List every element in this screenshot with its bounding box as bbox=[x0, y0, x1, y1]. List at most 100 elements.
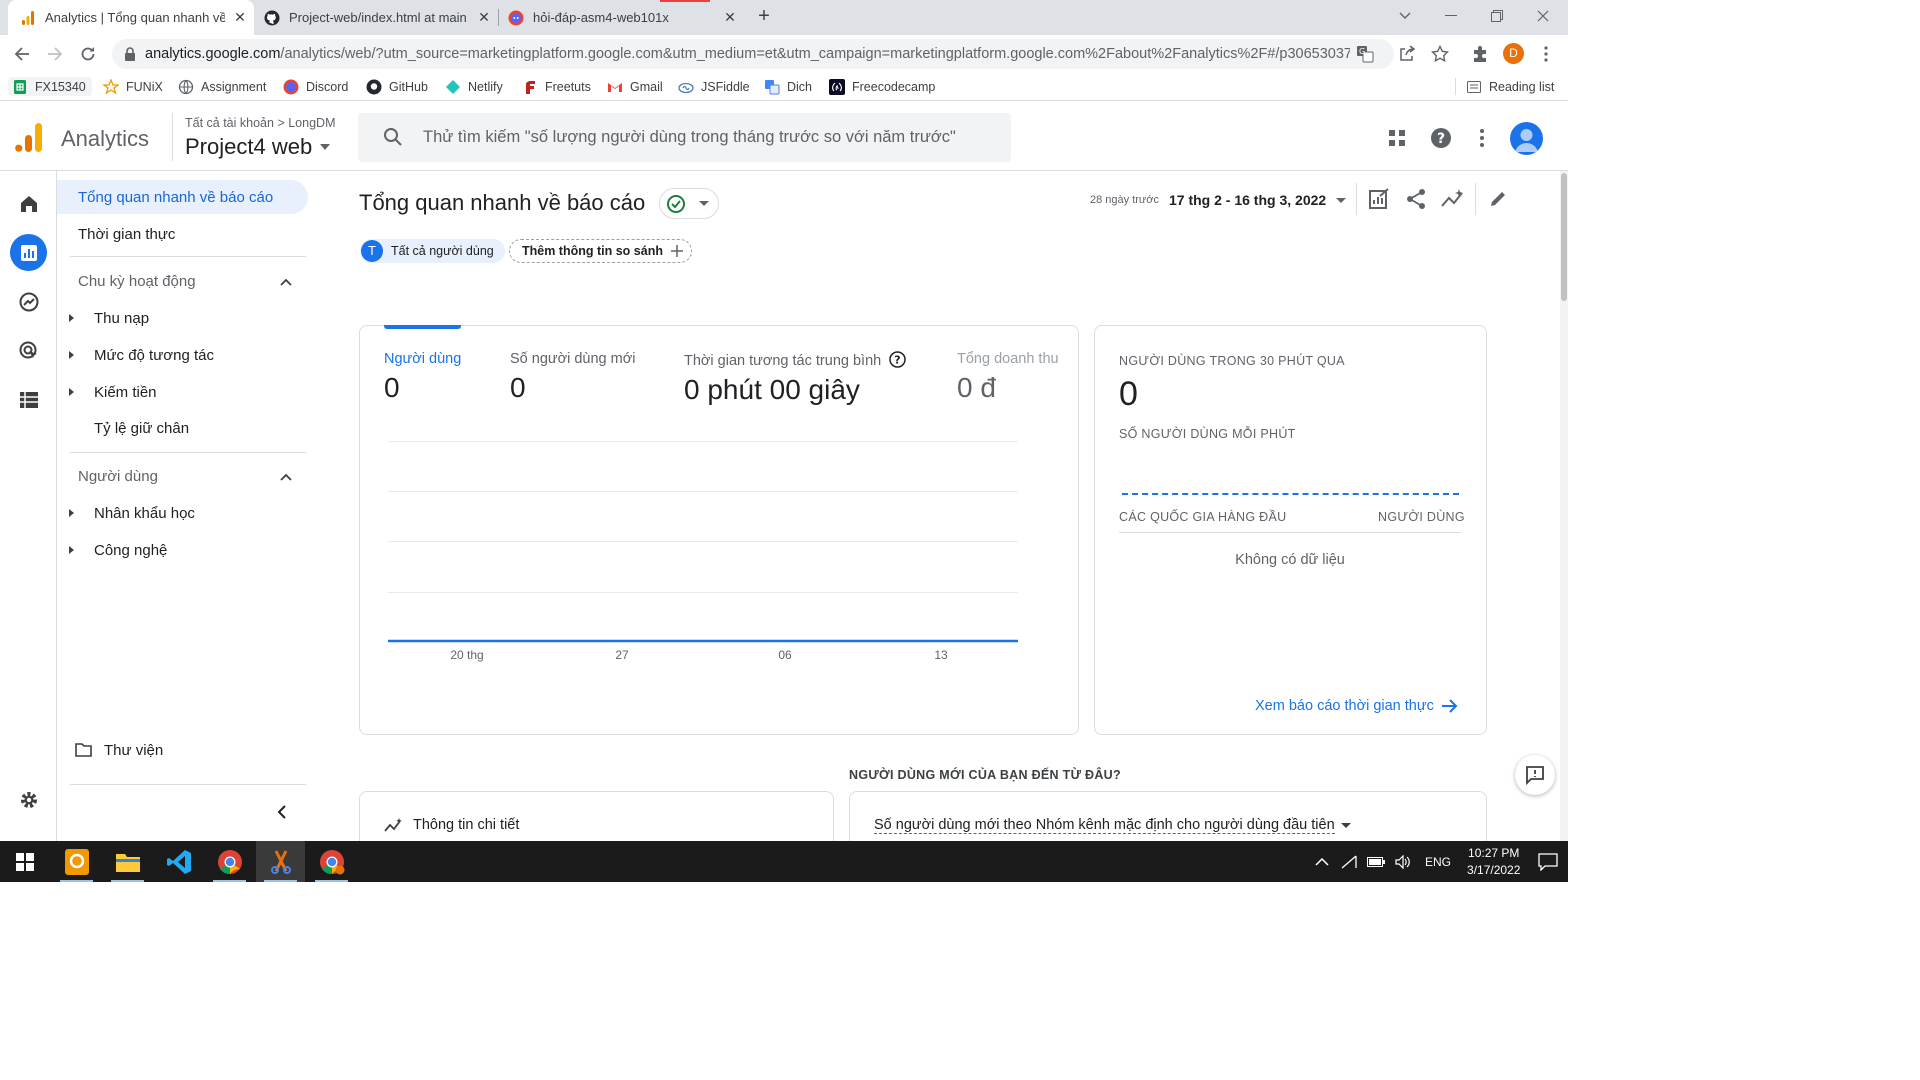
taskbar-app-snipping[interactable] bbox=[256, 841, 305, 882]
reload-button[interactable] bbox=[76, 42, 100, 66]
bookmark-freetuts[interactable]: Freetuts bbox=[522, 77, 591, 96]
notification-icon[interactable] bbox=[1538, 852, 1559, 871]
bookmark-funix[interactable]: FUNiX bbox=[103, 77, 163, 96]
feedback-button[interactable] bbox=[1515, 755, 1555, 795]
chevron-up-icon[interactable] bbox=[279, 275, 293, 289]
reports-icon[interactable] bbox=[10, 234, 47, 271]
bookmark-jsfiddle[interactable]: JSFiddle bbox=[678, 77, 750, 96]
start-button[interactable] bbox=[0, 841, 49, 882]
clock[interactable]: 10:27 PM 3/17/2022 bbox=[1467, 845, 1520, 879]
nav-acquisition[interactable]: Thu nạp bbox=[57, 301, 308, 335]
nav-section-user[interactable]: Người dùng bbox=[78, 468, 158, 485]
ga-search-bar[interactable]: Thử tìm kiếm "số lượng người dùng trong … bbox=[358, 113, 1011, 162]
view-realtime-link[interactable]: Xem báo cáo thời gian thực bbox=[1255, 698, 1458, 714]
tab-github[interactable]: Project-web/index.html at main · ✕ bbox=[254, 0, 498, 35]
bookmark-netlify[interactable]: Netlify bbox=[445, 77, 503, 96]
close-window-button[interactable] bbox=[1520, 0, 1566, 32]
account-avatar[interactable] bbox=[1510, 122, 1543, 155]
account-breadcrumb[interactable]: Tất cả tài khoản > LongDM bbox=[185, 116, 335, 130]
taskbar-app-pdf[interactable] bbox=[52, 841, 101, 882]
tab-analytics[interactable]: Analytics | Tổng quan nhanh về b ✕ bbox=[8, 0, 254, 35]
scrollbar-thumb[interactable] bbox=[1561, 173, 1567, 301]
url-text: analytics.google.com/analytics/web/?utm_… bbox=[145, 46, 1350, 62]
bookmark-assignment[interactable]: Assignment bbox=[178, 77, 266, 96]
advertising-icon[interactable] bbox=[10, 332, 47, 369]
translate-icon[interactable]: G bbox=[1356, 45, 1374, 63]
address-bar[interactable]: analytics.google.com/analytics/web/?utm_… bbox=[112, 39, 1394, 69]
segment-chip-all-users[interactable]: T Tất cả người dùng bbox=[360, 239, 505, 263]
share-report-icon[interactable] bbox=[1405, 188, 1427, 210]
vscode-icon bbox=[166, 849, 191, 874]
metric-users[interactable]: Người dùng 0 bbox=[384, 351, 461, 404]
chevron-up-icon[interactable] bbox=[1315, 857, 1329, 866]
chevron-up-icon[interactable] bbox=[279, 470, 293, 484]
customize-report-icon[interactable] bbox=[1368, 188, 1390, 210]
metric-revenue[interactable]: Tổng doanh thu 0 đ bbox=[957, 351, 1072, 404]
forward-button[interactable] bbox=[43, 42, 67, 66]
taskbar-app-chrome-profile[interactable] bbox=[307, 841, 356, 882]
new-users-dimension-select[interactable]: Số người dùng mới theo Nhóm kênh mặc địn… bbox=[874, 817, 1351, 834]
edit-pencil-icon[interactable] bbox=[1488, 189, 1508, 209]
bookmark-gmail[interactable]: Gmail bbox=[607, 77, 663, 96]
gmail-icon bbox=[608, 82, 622, 92]
bookmark-fx15340[interactable]: FX15340 bbox=[8, 77, 92, 96]
close-tab-icon[interactable]: ✕ bbox=[232, 9, 248, 25]
wifi-icon[interactable] bbox=[1341, 855, 1357, 869]
add-comparison-button[interactable]: Thêm thông tin so sánh bbox=[509, 239, 692, 263]
nav-retention[interactable]: Tỷ lệ giữ chân bbox=[57, 411, 308, 445]
close-tab-icon[interactable]: ✕ bbox=[476, 9, 492, 25]
browser-menu-icon[interactable] bbox=[1534, 42, 1558, 66]
new-tab-button[interactable]: + bbox=[754, 6, 774, 27]
bookmark-dich[interactable]: Dich bbox=[764, 77, 812, 96]
tab-search-icon[interactable] bbox=[1382, 0, 1428, 32]
insights-title[interactable]: Thông tin chi tiết bbox=[384, 817, 519, 833]
profile-avatar[interactable]: D bbox=[1503, 43, 1524, 64]
share-icon[interactable] bbox=[1395, 42, 1419, 66]
taskbar-app-explorer[interactable] bbox=[103, 841, 152, 882]
reading-list[interactable]: Reading list bbox=[1466, 77, 1554, 96]
home-icon[interactable] bbox=[10, 185, 47, 222]
scrollbar-track[interactable] bbox=[1560, 171, 1568, 841]
help-circle-icon[interactable]: ? bbox=[889, 351, 906, 368]
nav-realtime[interactable]: Thời gian thực bbox=[57, 217, 308, 251]
bookmark-discord[interactable]: Discord bbox=[283, 77, 348, 96]
restore-button[interactable] bbox=[1474, 0, 1520, 32]
settings-gear-icon[interactable] bbox=[10, 781, 47, 818]
explore-icon[interactable] bbox=[10, 283, 47, 320]
close-tab-icon[interactable]: ✕ bbox=[722, 9, 738, 25]
extensions-icon[interactable] bbox=[1468, 42, 1492, 66]
nav-section-lifecycle[interactable]: Chu kỳ hoạt động bbox=[78, 273, 196, 290]
configure-icon[interactable] bbox=[10, 381, 47, 418]
per-minute-label: SỐ NGƯỜI DÙNG MỖI PHÚT bbox=[1119, 427, 1296, 441]
nav-tech[interactable]: Công nghệ bbox=[57, 533, 308, 567]
taskbar-app-vscode[interactable] bbox=[154, 841, 203, 882]
tab-discord[interactable]: hỏi-đáp-asm4-web101x ✕ bbox=[498, 0, 744, 35]
apps-grid-icon[interactable] bbox=[1385, 126, 1409, 150]
taskbar-app-chrome[interactable] bbox=[205, 841, 254, 882]
status-dropdown[interactable] bbox=[659, 188, 719, 219]
metric-avg-engagement[interactable]: Thời gian tương tác trung bình ? 0 phút … bbox=[684, 351, 906, 406]
bookmark-github[interactable]: GitHub bbox=[366, 77, 428, 96]
property-selector[interactable]: Project4 web bbox=[185, 134, 331, 160]
metric-new-users[interactable]: Số người dùng mới 0 bbox=[510, 351, 635, 404]
nav-overview[interactable]: Tổng quan nhanh về báo cáo bbox=[57, 180, 308, 214]
more-vert-icon[interactable] bbox=[1470, 126, 1494, 150]
caret-down-icon bbox=[1340, 823, 1351, 828]
back-button[interactable] bbox=[10, 42, 34, 66]
collapse-nav-icon[interactable] bbox=[276, 804, 288, 820]
bookmark-star-icon[interactable] bbox=[1428, 42, 1452, 66]
battery-icon[interactable] bbox=[1367, 856, 1385, 867]
nav-library[interactable]: Thư viện bbox=[57, 733, 308, 767]
search-input[interactable]: Thử tìm kiếm "số lượng người dùng trong … bbox=[423, 128, 956, 147]
nav-demographics[interactable]: Nhân khẩu học bbox=[57, 496, 308, 530]
nav-engagement[interactable]: Mức độ tương tác bbox=[57, 338, 308, 372]
minimize-button[interactable] bbox=[1428, 0, 1474, 32]
input-language[interactable]: ENG bbox=[1425, 855, 1451, 869]
bookmark-freecodecamp[interactable]: Freecodecamp bbox=[829, 77, 935, 96]
nav-monetization[interactable]: Kiếm tiền bbox=[57, 375, 308, 409]
insights-icon[interactable] bbox=[1441, 188, 1465, 210]
date-range-picker[interactable]: 28 ngày trước 17 thg 2 - 16 thg 3, 2022 bbox=[1090, 190, 1347, 210]
volume-icon[interactable] bbox=[1395, 854, 1411, 869]
help-icon[interactable]: ? bbox=[1429, 126, 1453, 150]
chrome-icon bbox=[217, 849, 242, 874]
